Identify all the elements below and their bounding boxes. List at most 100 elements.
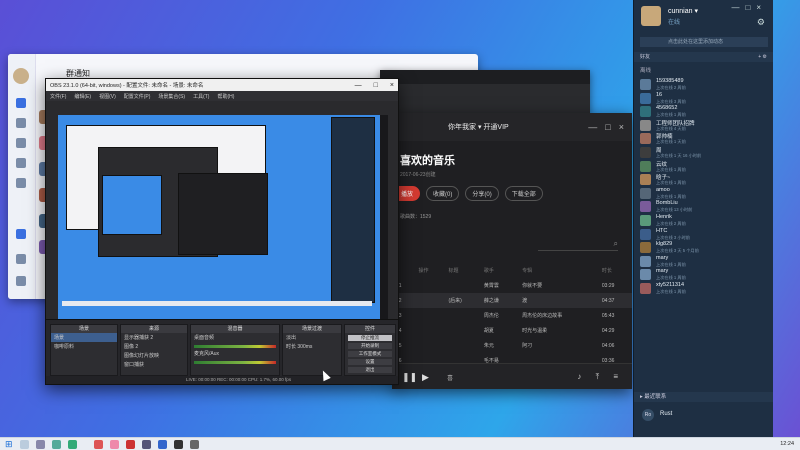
buddy-list-window[interactable]: cunnian ▾ 在线 —□× ⚙ 点击此处在这里添加动态 好友 + ⚙ 离线 … (633, 0, 773, 437)
menu-item[interactable]: 工具(T) (193, 93, 209, 100)
table-row[interactable]: 05朱元阿刁04:06 (392, 338, 632, 353)
status-note-input[interactable]: 点击此处在这里添加动态 (640, 37, 768, 47)
scene-item[interactable]: 咖啡原料 (51, 342, 117, 351)
start-recording-button[interactable]: 开始录制 (348, 343, 392, 349)
avatar[interactable] (641, 6, 661, 26)
table-row[interactable]: 04胡夏时光与温柔04:29 (392, 323, 632, 338)
pause-icon[interactable]: ❚❚ (402, 372, 417, 383)
app-icon[interactable] (52, 440, 61, 449)
gear-icon[interactable]: ⚙ (757, 17, 765, 28)
exit-button[interactable]: 退出 (348, 367, 392, 373)
menu-item[interactable]: 帮助(H) (217, 93, 234, 100)
close-icon[interactable]: × (390, 82, 394, 89)
source-item[interactable]: 图像 2 (121, 342, 187, 351)
maximize-icon[interactable]: □ (605, 122, 610, 132)
settings-icon[interactable] (16, 254, 26, 264)
scene-item[interactable]: 场景 (51, 333, 117, 342)
avatar[interactable] (13, 68, 29, 84)
list-item[interactable]: Henrik 上次在线 2 周前 (634, 214, 773, 228)
list-item[interactable]: 周上次在线 1 天 16 小时前 (634, 146, 773, 160)
settings-button[interactable]: 设置 (348, 359, 392, 365)
app-icon[interactable] (126, 440, 135, 449)
column-header[interactable]: 歌手 (480, 263, 518, 278)
list-item[interactable]: klg829 上次在线 3 天 5 个月前 (634, 241, 773, 255)
app-icon[interactable] (142, 440, 151, 449)
maximize-icon[interactable]: □ (374, 82, 378, 89)
app-icon[interactable] (94, 440, 103, 449)
friend-group-label[interactable]: 离线 (640, 66, 651, 74)
app-icon[interactable] (174, 440, 183, 449)
taskview-icon[interactable] (36, 440, 45, 449)
list-item[interactable]: 4568652 上次在线 1 周前 (634, 105, 773, 119)
source-item[interactable]: 显示器捕获 2 (121, 333, 187, 342)
column-header[interactable]: 专辑 (518, 263, 598, 278)
source-item[interactable]: 窗口捕获 (121, 360, 187, 369)
source-item[interactable]: 图像幻灯片放映 (121, 351, 187, 360)
collect-button[interactable]: 收藏(0) (426, 186, 460, 201)
message-icon[interactable] (16, 98, 26, 108)
column-header[interactable]: 时长 (598, 263, 632, 278)
next-icon[interactable]: ▶ (422, 372, 429, 383)
start-icon[interactable]: ⊞ (5, 440, 13, 449)
list-item[interactable]: 工程师团队招牌 上次在线 4 天前 (634, 119, 773, 133)
app-icon[interactable] (110, 440, 119, 449)
list-item[interactable]: 云纹 上次在线 1 周前 (634, 160, 773, 174)
list-item[interactable]: HTC 上次在线 3 小时前 (634, 228, 773, 242)
menu-icon[interactable] (16, 276, 26, 286)
table-row[interactable]: 03周杰伦周杰伦的床边故事05:43 (392, 308, 632, 323)
search-icon[interactable]: ⌕ (614, 239, 618, 249)
transition-select[interactable]: 淡出 (283, 333, 341, 342)
background-dark-window[interactable] (380, 70, 590, 115)
table-row[interactable]: 02(后来)薛之谦渡04:37 (392, 293, 632, 308)
menu-item[interactable]: 配置文件(P) (124, 93, 151, 100)
list-item[interactable]: Ro Rust (634, 408, 773, 422)
user-name[interactable]: cunnian ▾ (668, 7, 698, 15)
list-item[interactable]: 159385489 上次在线 2 周前 (634, 78, 773, 92)
close-icon[interactable]: × (756, 3, 767, 12)
column-header[interactable]: 标题 (444, 263, 479, 278)
list-item[interactable]: xty5211314 上次在线 1 周前 (634, 282, 773, 296)
list-item[interactable]: mary 上次在线 1 周前 (634, 255, 773, 269)
maximize-icon[interactable]: □ (745, 3, 756, 12)
obs-window[interactable]: OBS 23.1.0 (64-bit, windows) - 配置文件: 未命名… (45, 78, 399, 385)
app-icon[interactable] (190, 440, 199, 449)
search-input[interactable]: ⌕ (538, 239, 618, 251)
file-icon[interactable] (16, 158, 26, 168)
duration-input[interactable]: 300ms (297, 344, 312, 350)
list-item[interactable]: mary 上次在线 1 周前 (634, 268, 773, 282)
app-icon[interactable] (158, 440, 167, 449)
list-item[interactable]: BombLiu 上次在线 13 小时前 (634, 200, 773, 214)
table-row[interactable]: 01黄霄雲你就不要03:29 (392, 278, 632, 293)
list-item[interactable]: amoo 上次在线 1 周前 (634, 187, 773, 201)
menu-item[interactable]: 视图(V) (99, 93, 116, 100)
menu-item[interactable]: 场景集合(S) (158, 93, 185, 100)
preview-screen[interactable] (58, 115, 380, 347)
download-all-button[interactable]: 下载全部 (504, 186, 543, 201)
user-menu[interactable]: 你年我家 ▾ 开通VIP (448, 122, 509, 132)
add-friend-icon[interactable]: + ⚙ (758, 52, 767, 62)
list-item[interactable]: 16 上次在线 3 周前 (634, 92, 773, 106)
column-header[interactable]: 操作 (415, 263, 445, 278)
app-icon[interactable] (68, 440, 77, 449)
music-player-window[interactable]: 你年我家 ▾ 开通VIP — □ × 喜欢的音乐 2017-06-23创建 播放 收… (392, 113, 632, 389)
minimize-icon[interactable]: — (731, 3, 745, 12)
contacts-icon[interactable] (16, 118, 26, 128)
minimize-icon[interactable]: — (588, 122, 597, 132)
menu-item[interactable]: 编辑(E) (74, 93, 91, 100)
recent-contacts-header[interactable]: ▸ 最近联系 (634, 392, 773, 402)
table-cell: 渡 (518, 293, 598, 308)
menu-item[interactable]: 文件(F) (50, 93, 66, 100)
space-icon[interactable] (16, 138, 26, 148)
close-icon[interactable]: × (619, 122, 624, 132)
mail-icon[interactable] (16, 178, 26, 188)
search-icon[interactable] (20, 440, 29, 449)
list-item[interactable]: 郭帅楠 上次在线 1 天前 (634, 132, 773, 146)
app-icon[interactable] (16, 229, 26, 239)
user-status[interactable]: 在线 (668, 17, 680, 26)
share-button[interactable]: 分享(0) (465, 186, 499, 201)
minimize-icon[interactable]: — (355, 82, 362, 89)
player-tools-icon[interactable]: ♪ ⤒ ≡ (577, 372, 624, 382)
stop-streaming-button[interactable]: 停止推流 (348, 335, 392, 341)
list-item[interactable]: 晗子~ 上次在线 1 周前 (634, 173, 773, 187)
studio-mode-button[interactable]: 工作室模式 (348, 351, 392, 357)
